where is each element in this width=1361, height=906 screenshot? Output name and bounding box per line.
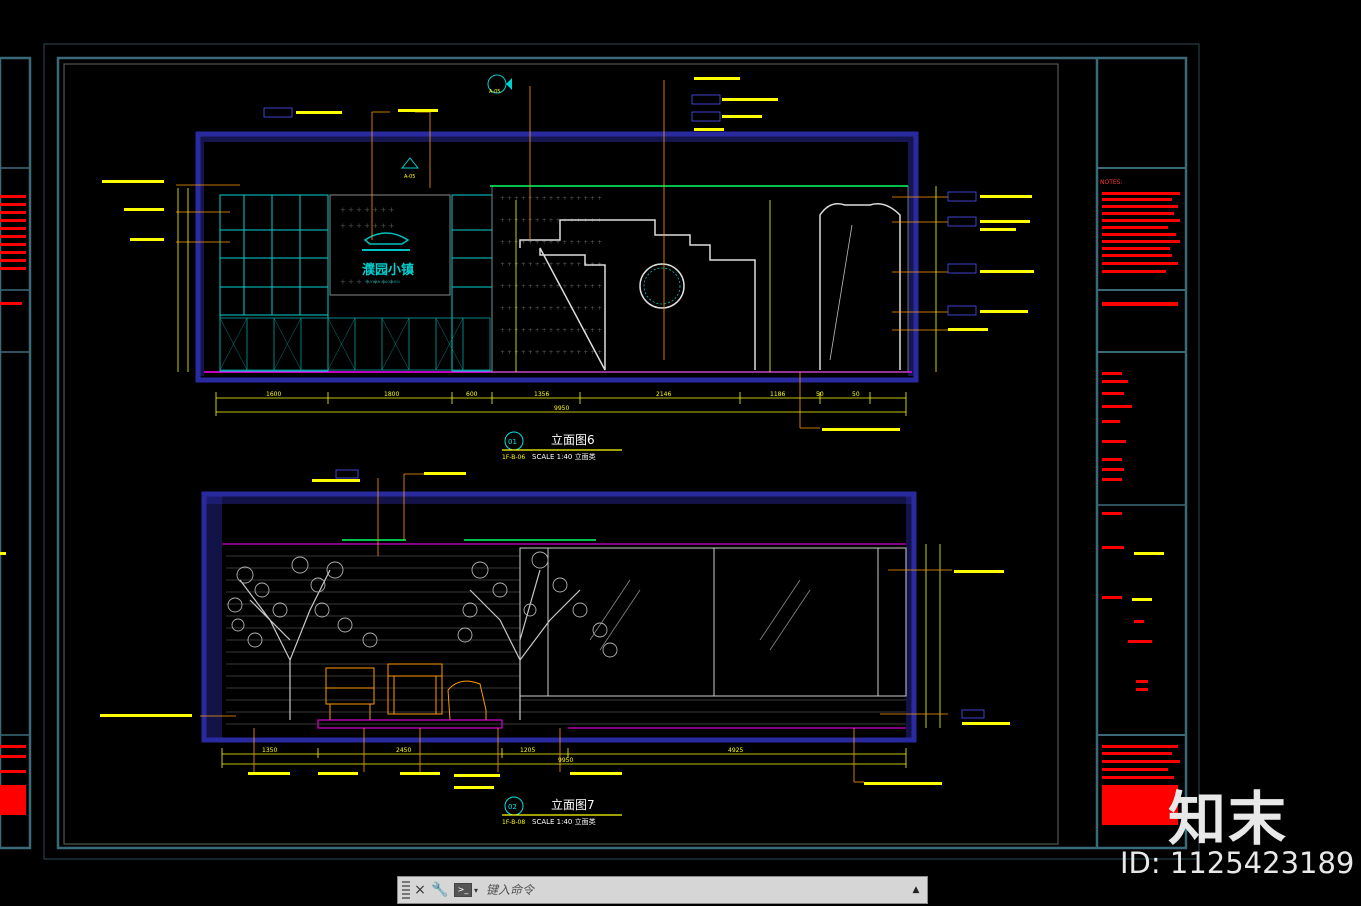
chevron-down-icon: ▾	[474, 885, 479, 895]
svg-text:02: 02	[508, 803, 517, 811]
svg-text:9950: 9950	[554, 405, 569, 412]
cad-canvas[interactable]: NOTES: + + + + + + + + + + + + + + + + +…	[0, 0, 1361, 906]
svg-text:A-05: A-05	[489, 89, 500, 95]
sheet-frame	[0, 43, 1200, 860]
watermark-id: ID: 1125423189	[1120, 846, 1355, 880]
svg-text:1F-B-06: 1F-B-06	[502, 454, 525, 461]
svg-text:SCALE 1:40 立面类: SCALE 1:40 立面类	[532, 817, 596, 826]
scroll-up-icon[interactable]: ▲	[909, 885, 923, 895]
svg-text:1F-B-08: 1F-B-08	[502, 819, 525, 826]
svg-text:600: 600	[466, 391, 478, 398]
svg-text:50: 50	[852, 391, 860, 398]
svg-text:+ + + + + +: + + + + + + + + + + + + + + +	[500, 305, 602, 312]
elevation-7: 1350 2450 1205 4925 9950 02 立面图7 1F-B-08…	[100, 469, 1010, 826]
svg-text:+ + + + + + +: + + + + + + +	[340, 206, 395, 214]
elevation-6: + + + + + + + + + + + + + + + + + + + + …	[102, 74, 1034, 461]
svg-text:PUYUAN XIAOZHEN: PUYUAN XIAOZHEN	[366, 280, 400, 284]
wrench-icon[interactable]: 🔧	[430, 882, 450, 898]
watermark-brand: 知末	[1168, 785, 1289, 853]
close-icon[interactable]: ×	[410, 882, 430, 898]
svg-text:SCALE 1:40 立面类: SCALE 1:40 立面类	[532, 452, 596, 461]
section-marker: A-05 A-05	[400, 74, 512, 180]
svg-text:立面图7: 立面图7	[551, 797, 595, 812]
command-line-bar: × 🔧 >_ ▾ ▲	[397, 876, 928, 904]
svg-text:1186: 1186	[770, 391, 785, 398]
svg-text:立面图6: 立面图6	[551, 432, 595, 447]
elevation-7-title: 02 立面图7 1F-B-08 SCALE 1:40 立面类	[502, 796, 622, 826]
svg-text:9950: 9950	[558, 757, 573, 764]
furniture	[325, 663, 487, 721]
svg-text:50: 50	[816, 391, 824, 398]
svg-text:4925: 4925	[728, 747, 743, 754]
drag-grip-icon[interactable]	[402, 881, 410, 899]
svg-text:1600: 1600	[266, 391, 281, 398]
svg-text:A-05: A-05	[404, 174, 415, 180]
command-input[interactable]	[484, 879, 909, 901]
elevation-6-title: 01 立面图6 1F-B-06 SCALE 1:40 立面类	[502, 431, 622, 461]
svg-text:1205: 1205	[520, 747, 535, 754]
svg-text:濮园小镇: 濮园小镇	[362, 262, 414, 278]
sign-logo: 濮园小镇 PUYUAN XIAOZHEN	[362, 232, 414, 284]
svg-text:+ + + + + +: + + + + + + + + + + + + + + +	[500, 327, 602, 334]
svg-text:+ + + + + +: + + + + + + + + + + + + + + +	[500, 195, 602, 202]
command-prompt-button[interactable]: >_ ▾	[454, 883, 478, 897]
svg-text:2146: 2146	[656, 391, 671, 398]
svg-text:+ + + + + + +: + + + + + + +	[340, 222, 395, 230]
svg-text:01: 01	[508, 438, 517, 446]
svg-text:NOTES:: NOTES:	[1100, 179, 1123, 186]
prompt-icon: >_	[454, 883, 472, 897]
svg-text:+ + + + + +: + + + + + + + + + + + + + + +	[500, 349, 602, 356]
svg-text:1800: 1800	[384, 391, 399, 398]
svg-text:+ + + + + +: + + + + + + + + + + + + + + +	[500, 283, 602, 290]
svg-text:1350: 1350	[262, 747, 277, 754]
svg-text:2450: 2450	[396, 747, 411, 754]
svg-text:1356: 1356	[534, 391, 549, 398]
tree-illustration	[239, 569, 581, 720]
